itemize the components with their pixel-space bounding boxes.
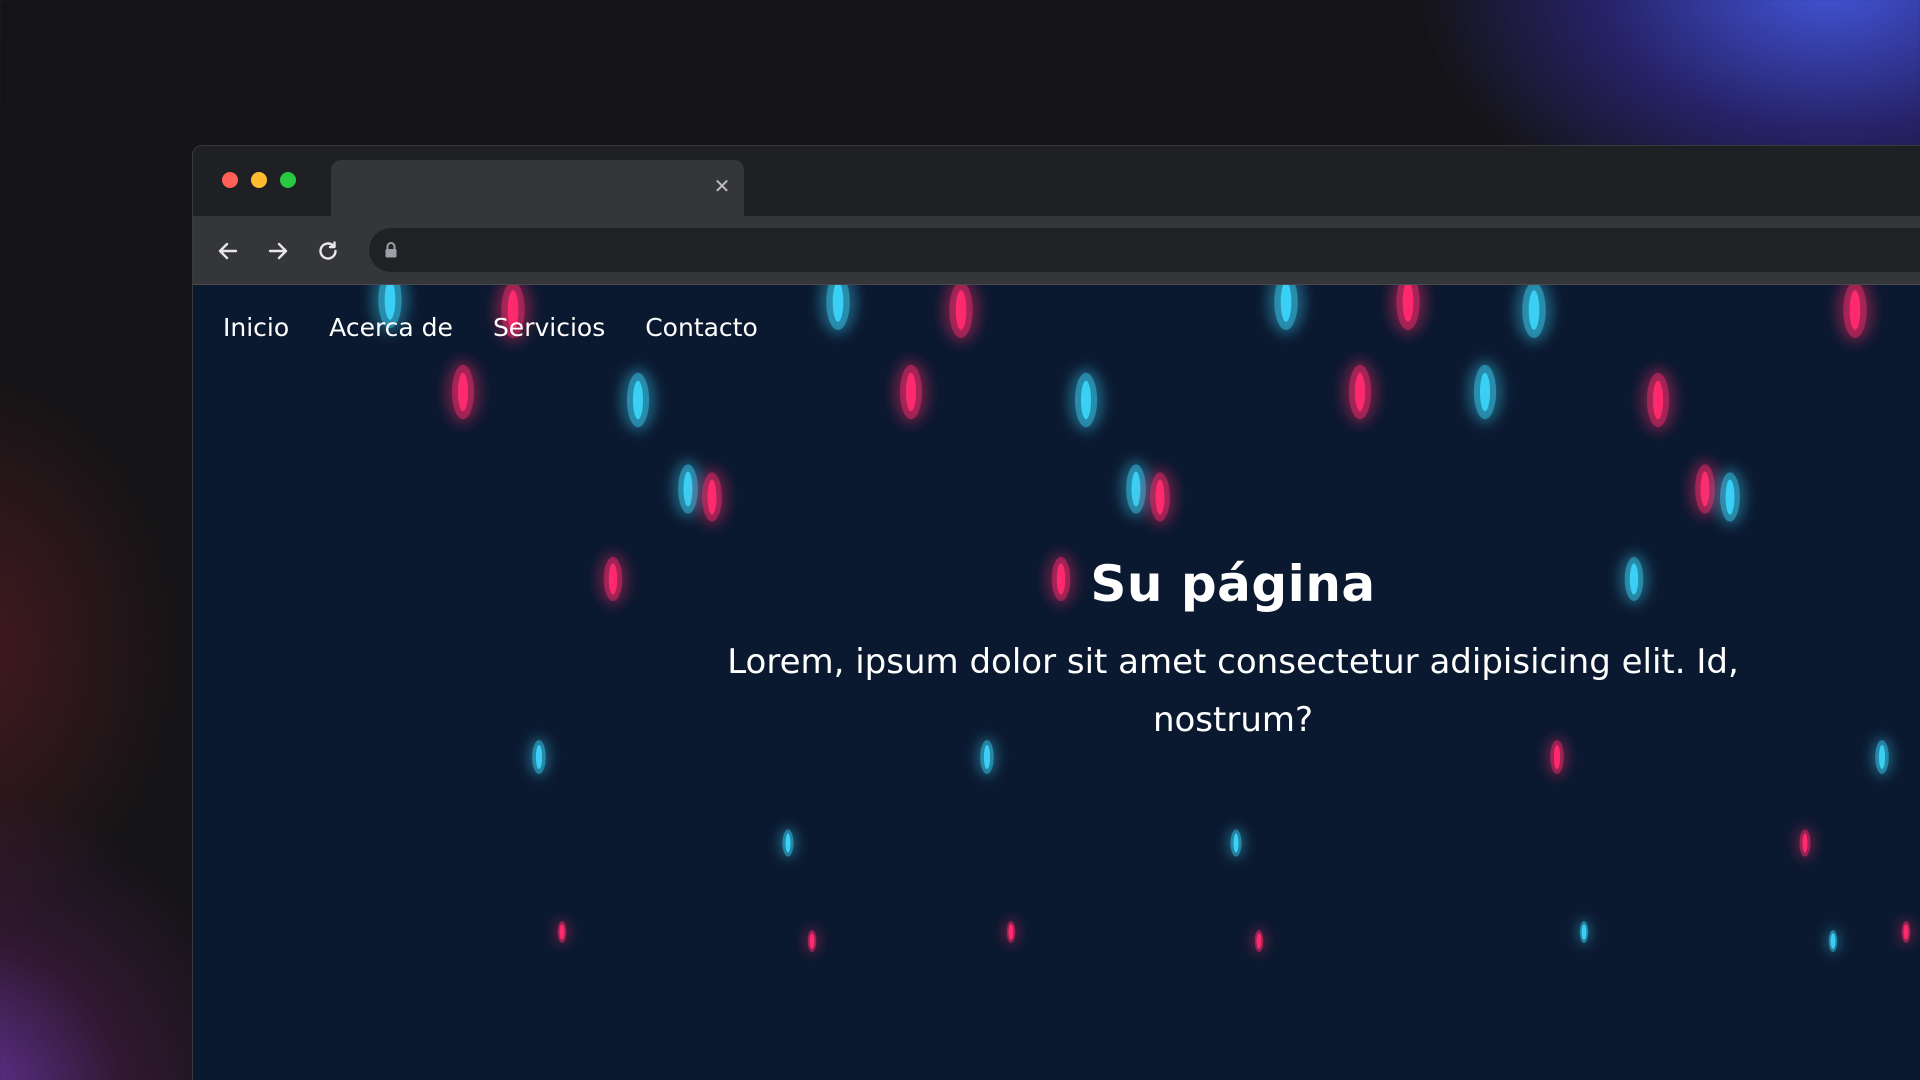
address-bar[interactable] [369,228,1920,272]
pink-raindrop [1796,827,1814,859]
window-maximize-button[interactable] [280,172,296,188]
pink-raindrop [942,285,980,343]
hero-title: Su página [1090,555,1376,613]
pink-raindrop [1252,928,1266,954]
cyan-raindrop [620,368,656,432]
pink-raindrop [1899,919,1913,945]
cyan-raindrop [1577,919,1591,945]
cyan-raindrop [1826,928,1840,954]
cyan-raindrop [1714,468,1746,526]
window-close-button[interactable] [222,172,238,188]
forward-arrow-icon[interactable] [263,236,293,266]
cyan-raindrop [1227,827,1245,859]
pink-raindrop [1004,919,1018,945]
browser-toolbar [193,216,1920,285]
pink-raindrop [1836,285,1874,343]
back-arrow-icon[interactable] [213,236,243,266]
cyan-raindrop [1267,285,1305,335]
lock-icon [383,241,399,259]
pink-raindrop [555,919,569,945]
cyan-raindrop [819,285,857,335]
cyan-raindrop [1068,368,1104,432]
hero-text: Lorem, ipsum dolor sit amet consectetur … [727,642,1739,740]
close-icon[interactable]: ✕ [710,174,734,198]
tab-bar: ✕ [193,146,1920,216]
pink-raindrop [1144,468,1176,526]
cyan-raindrop [1515,285,1553,343]
site-nav: Inicio Acerca de Servicios Contacto [223,313,798,342]
cyan-raindrop [779,827,797,859]
cyan-raindrop [1871,737,1893,777]
nav-link-acerca-de[interactable]: Acerca de [329,313,453,342]
pink-raindrop [1389,285,1427,335]
browser-window: ✕ Inicio Acerca de Servicios Contacto Su… [192,145,1920,1080]
reload-icon[interactable] [313,236,343,266]
pink-raindrop [1342,360,1378,424]
browser-tab[interactable]: ✕ [331,160,744,216]
hero-section: Su página Lorem, ipsum dolor sit amet co… [713,555,1753,749]
cyan-raindrop [528,737,550,777]
cyan-raindrop [1467,360,1503,424]
pink-raindrop [445,360,481,424]
pink-raindrop [805,928,819,954]
pink-raindrop [696,468,728,526]
pink-raindrop [1640,368,1676,432]
window-minimize-button[interactable] [251,172,267,188]
nav-link-contacto[interactable]: Contacto [645,313,758,342]
page-viewport: Inicio Acerca de Servicios Contacto Su p… [193,285,1920,1080]
nav-link-servicios[interactable]: Servicios [493,313,605,342]
pink-raindrop [893,360,929,424]
nav-link-inicio[interactable]: Inicio [223,313,289,342]
pink-raindrop [598,553,628,605]
